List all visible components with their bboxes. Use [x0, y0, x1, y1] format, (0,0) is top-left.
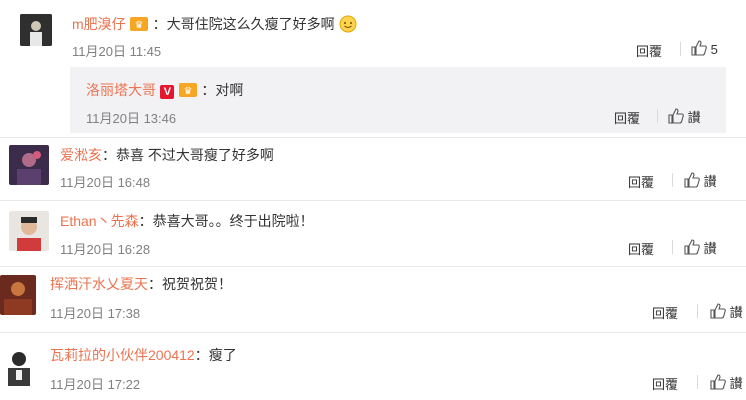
comment-text: 对啊 [215, 82, 244, 98]
username-link[interactable]: 瓦莉拉的小伙伴200412 [50, 347, 195, 363]
timestamp: 11月20日 13:46 [86, 111, 177, 126]
like-count: 5 [710, 42, 718, 57]
comment-line: m肥溴仔 ♛ ：大哥住院这么久瘦了好多啊 [72, 14, 357, 34]
comment-line: Ethan丶先森：恭喜大哥。。终于出院啦！ [60, 213, 314, 229]
reply-button[interactable]: 回覆 [628, 172, 654, 191]
divider [680, 42, 681, 56]
avatar[interactable] [9, 211, 49, 251]
username-link[interactable]: 爱淞亥 [60, 147, 102, 163]
like-button[interactable]: 讃 [710, 302, 743, 321]
comment-line: 挥洒汗水乂夏天：祝贺祝贺！ [50, 276, 232, 292]
username-link[interactable]: Ethan丶先森 [60, 213, 139, 229]
reply-button[interactable]: 回覆 [652, 374, 678, 393]
smile-emoji-icon [339, 15, 357, 33]
timestamp: 11月20日 16:48 [60, 175, 151, 190]
like-button[interactable]: 讃 [710, 373, 743, 392]
thumbs-up-icon [691, 40, 707, 56]
member-crown-icon: ♛ [130, 17, 149, 31]
comment-line: 瓦莉拉的小伙伴200412：瘦了 [50, 347, 237, 363]
thumbs-up-icon [684, 172, 700, 188]
avatar[interactable] [9, 145, 49, 185]
timestamp: 11月20日 17:22 [50, 377, 141, 392]
comment-text: 祝贺祝贺！ [162, 276, 232, 292]
username-link[interactable]: m肥溴仔 [72, 16, 126, 32]
divider [657, 109, 658, 123]
row-divider [0, 137, 746, 138]
avatar[interactable] [20, 14, 52, 46]
reply-button[interactable]: 回覆 [652, 303, 678, 322]
like-button[interactable]: 5 [691, 40, 718, 57]
avatar[interactable] [0, 275, 36, 315]
comment-text: 大哥住院这么久瘦了好多啊 [166, 16, 335, 32]
reply-line: 洛丽塔大哥 V ♛ ：对啊 [86, 82, 244, 99]
divider [672, 173, 673, 187]
like-label: 讃 [703, 241, 717, 256]
like-button[interactable]: 讃 [684, 238, 717, 257]
avatar[interactable] [2, 346, 36, 386]
timestamp: 11月20日 17:38 [50, 306, 141, 321]
timestamp: 11月20日 16:28 [60, 242, 151, 257]
like-button[interactable]: 讃 [668, 107, 701, 126]
reply-button[interactable]: 回覆 [636, 41, 662, 60]
username-link[interactable]: 洛丽塔大哥 [86, 82, 156, 98]
comment-line: 爱淞亥：恭喜 不过大哥瘦了好多啊 [60, 147, 274, 163]
svg-text:♛: ♛ [183, 86, 192, 97]
like-label: 讃 [729, 305, 743, 320]
like-button[interactable]: 讃 [684, 171, 717, 190]
like-label: 讃 [687, 110, 701, 125]
thumbs-up-icon [710, 303, 726, 319]
divider [697, 304, 698, 318]
member-crown-icon: ♛ [178, 83, 197, 97]
thumbs-up-icon [710, 374, 726, 390]
comment-text: 瘦了 [208, 347, 237, 363]
thumbs-up-icon [684, 239, 700, 255]
divider [672, 240, 673, 254]
comment-text: 恭喜大哥。。终于出院啦！ [152, 213, 314, 229]
row-divider [0, 332, 746, 333]
row-divider [0, 200, 746, 201]
username-link[interactable]: 挥洒汗水乂夏天 [50, 276, 148, 292]
verified-v-icon: V [160, 85, 175, 99]
reply-button[interactable]: 回覆 [614, 108, 640, 127]
like-label: 讃 [703, 174, 717, 189]
thumbs-up-icon [668, 108, 684, 124]
like-label: 讃 [729, 376, 743, 391]
timestamp: 11月20日 11:45 [72, 44, 162, 59]
svg-text:♛: ♛ [135, 20, 144, 31]
reply-button[interactable]: 回覆 [628, 239, 654, 258]
row-divider [0, 266, 746, 267]
comment-text: 恭喜 不过大哥瘦了好多啊 [116, 147, 274, 163]
divider [697, 375, 698, 389]
